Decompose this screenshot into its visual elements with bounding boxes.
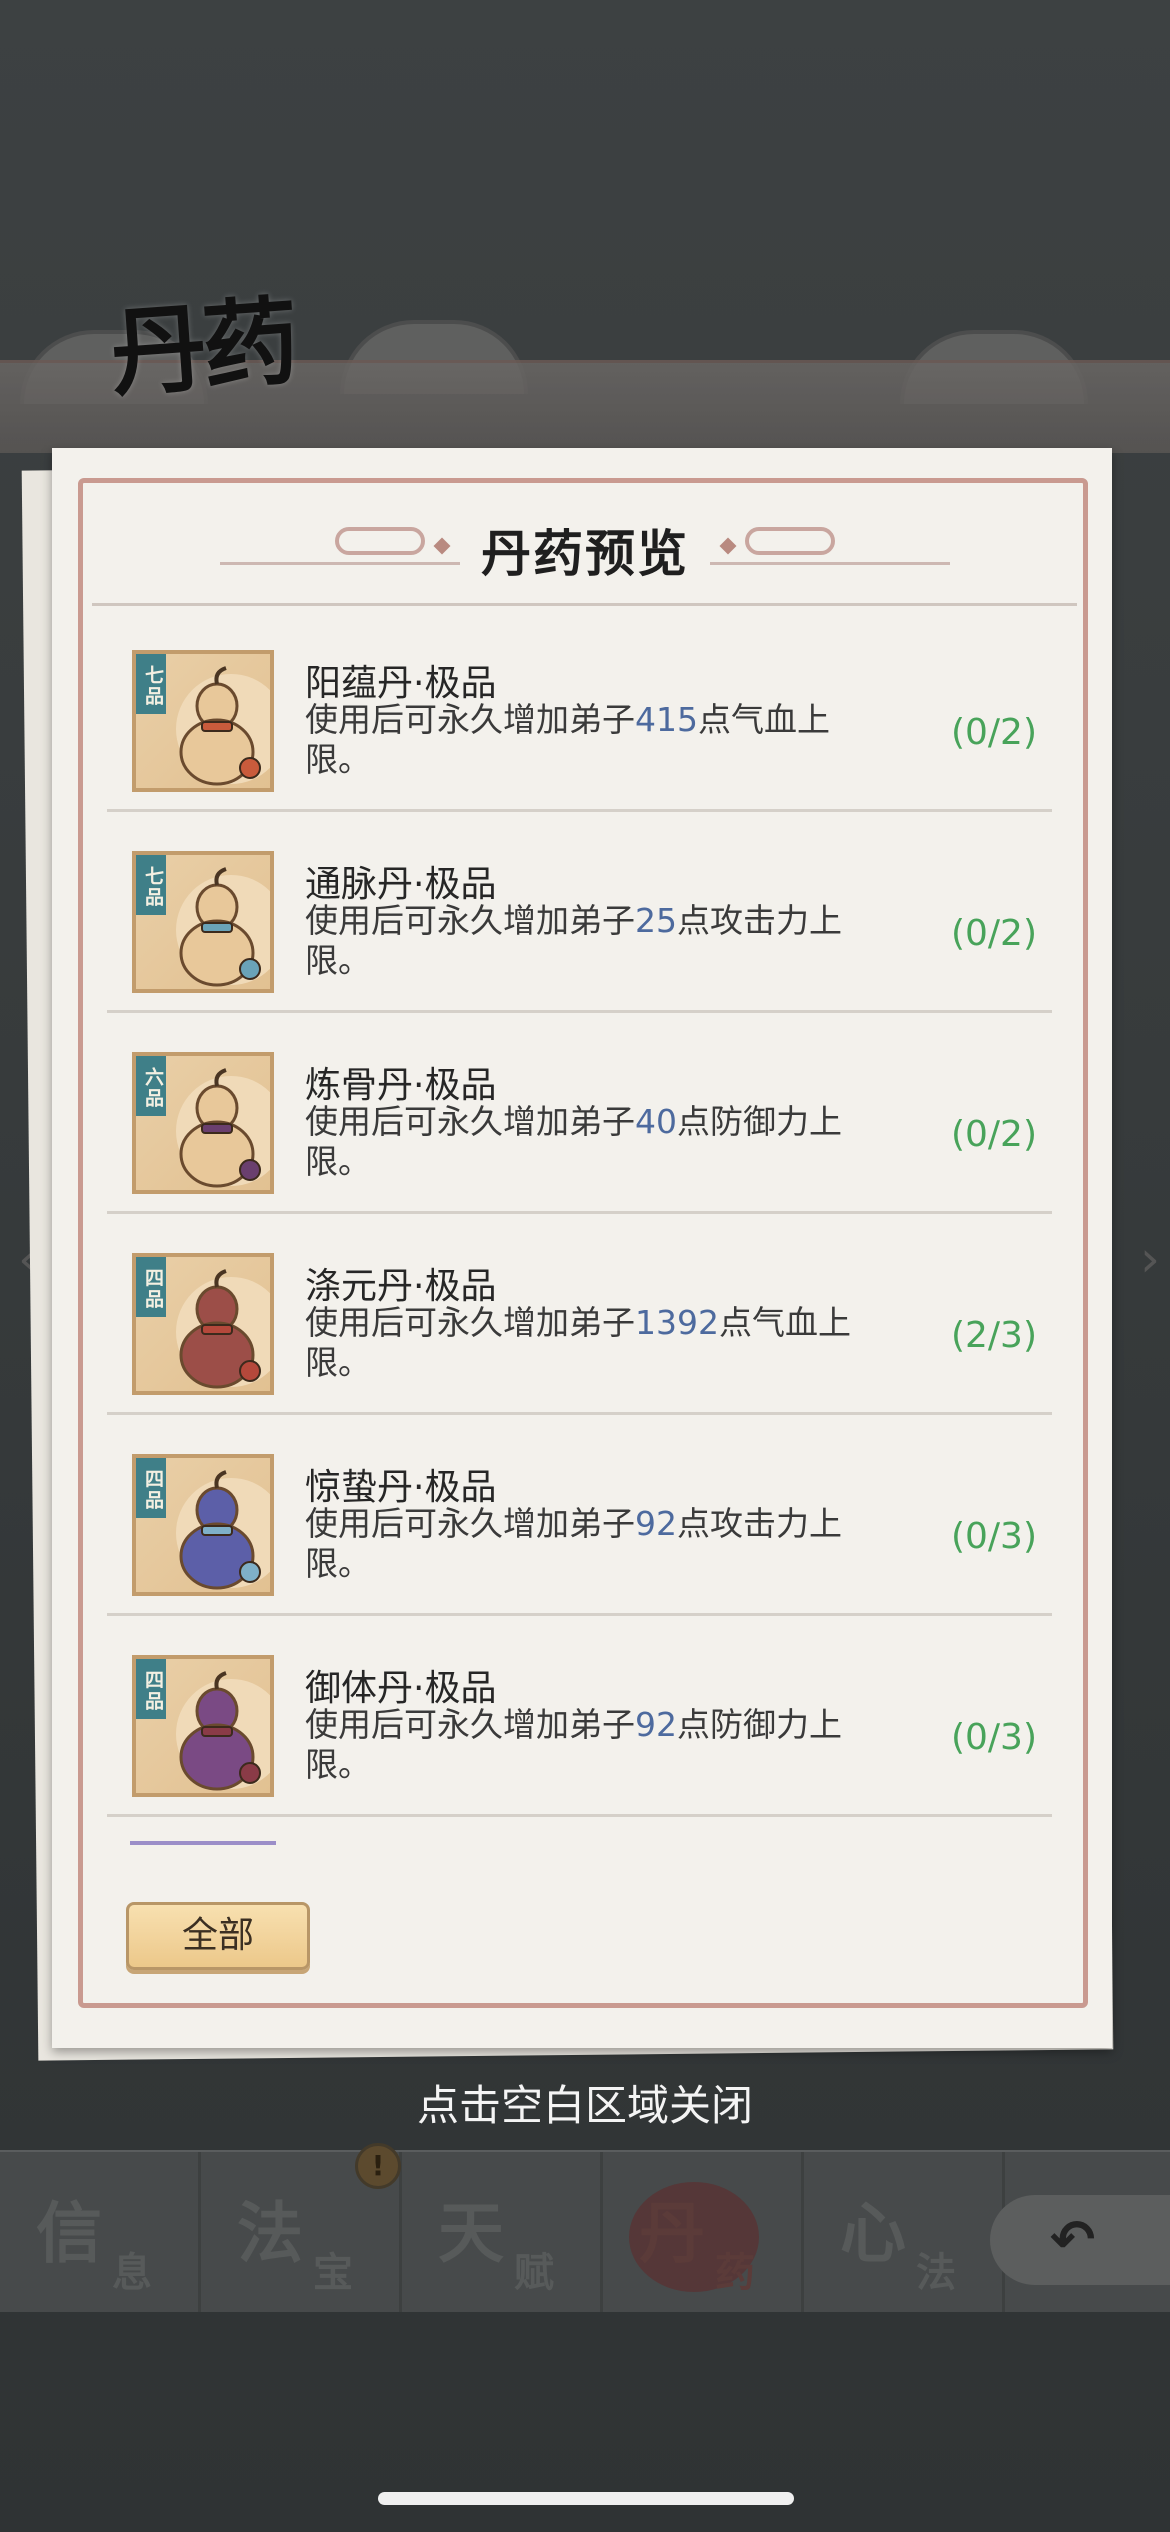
tab-label-sub: 法 — [916, 2249, 956, 2296]
home-indicator[interactable] — [378, 2492, 794, 2505]
tab-label: 心 — [840, 2194, 906, 2272]
elixir-icon-card[interactable]: 四品 — [132, 1655, 274, 1797]
elixir-name: 涤元丹·极品 — [305, 1266, 497, 1307]
gourd-icon — [179, 1269, 261, 1389]
tab-label: 法 — [237, 2194, 303, 2272]
filter-all-button[interactable]: 全部 — [126, 1902, 310, 1970]
elixir-icon-card[interactable]: 四品 — [132, 1253, 274, 1395]
elixir-usage-count: (0/2) — [950, 913, 1037, 954]
tab-label-sub: 赋 — [514, 2249, 554, 2296]
grade-badge: 七品 — [136, 654, 166, 714]
bonus-value: 92 — [635, 1705, 677, 1744]
tab-label: 信 — [36, 2194, 102, 2272]
grade-badge: 六品 — [136, 1056, 166, 1116]
elixir-description: 使用后可永久增加弟子92点攻击力上限。 — [305, 1504, 895, 1584]
elixir-list-item[interactable]: 七品 阳蕴丹·极品 使用后可永久增加弟子415点气血上限。 (0/2) — [92, 612, 1077, 812]
elixir-description: 使用后可永久增加弟子92点防御力上限。 — [305, 1705, 895, 1785]
grade-badge: 七品 — [136, 855, 166, 915]
tab-label: 丹 — [639, 2194, 705, 2272]
elixir-usage-count: (0/2) — [950, 1114, 1037, 1155]
title-divider — [92, 603, 1077, 606]
tab-label: 天 — [438, 2194, 504, 2272]
desc-prefix: 使用后可永久增加弟子 — [305, 1705, 635, 1744]
grade-badge: 四品 — [136, 1458, 166, 1518]
bonus-value: 40 — [635, 1102, 677, 1141]
elixir-name: 通脉丹·极品 — [305, 864, 497, 905]
gourd-icon — [179, 1671, 261, 1791]
elixir-description: 使用后可永久增加弟子25点攻击力上限。 — [305, 901, 895, 981]
tab-label-sub: 宝 — [313, 2249, 353, 2296]
chevron-right-icon[interactable]: › — [1140, 1230, 1160, 1288]
row-divider — [107, 809, 1052, 812]
list-scroll-indicator — [130, 1841, 276, 1845]
tab-technique[interactable]: 心 法 — [804, 2152, 1005, 2312]
background-page-title: 丹药 — [106, 284, 299, 411]
elixir-name: 御体丹·极品 — [305, 1668, 497, 1709]
elixir-icon-card[interactable]: 六品 — [132, 1052, 274, 1194]
elixir-icon-card[interactable]: 四品 — [132, 1454, 274, 1596]
desc-prefix: 使用后可永久增加弟子 — [305, 1504, 635, 1543]
gourd-icon — [179, 1068, 261, 1188]
dialog-title: 丹药预览 — [481, 525, 689, 583]
desc-prefix: 使用后可永久增加弟子 — [305, 700, 635, 739]
tab-talent[interactable]: 天 赋 — [402, 2152, 603, 2312]
elixir-list-item[interactable]: 七品 通脉丹·极品 使用后可永久增加弟子25点攻击力上限。 (0/2) — [92, 813, 1077, 1013]
tab-info[interactable]: 信 息 — [0, 2152, 201, 2312]
bonus-value: 1392 — [635, 1303, 719, 1342]
gourd-icon — [179, 666, 261, 786]
row-divider — [107, 1613, 1052, 1616]
desc-prefix: 使用后可永久增加弟子 — [305, 1102, 635, 1141]
row-divider — [107, 1010, 1052, 1013]
close-hint: 点击空白区域关闭 — [416, 2081, 753, 2130]
elixir-description: 使用后可永久增加弟子40点防御力上限。 — [305, 1102, 895, 1182]
elixir-list-item[interactable]: 六品 炼骨丹·极品 使用后可永久增加弟子40点防御力上限。 (0/2) — [92, 1014, 1077, 1214]
elixir-description: 使用后可永久增加弟子415点气血上限。 — [305, 700, 895, 780]
elixir-usage-count: (2/3) — [950, 1315, 1037, 1356]
elixir-usage-count: (0/3) — [950, 1516, 1037, 1557]
elixir-list-item[interactable]: 四品 惊蛰丹·极品 使用后可永久增加弟子92点攻击力上限。 (0/3) — [92, 1416, 1077, 1616]
grade-badge: 四品 — [136, 1257, 166, 1317]
elixir-name: 阳蕴丹·极品 — [305, 663, 497, 704]
elixir-icon-card[interactable]: 七品 — [132, 851, 274, 993]
tab-label-sub: 息 — [112, 2249, 152, 2296]
bonus-value: 415 — [635, 700, 698, 739]
desc-prefix: 使用后可永久增加弟子 — [305, 901, 635, 940]
row-divider — [107, 1814, 1052, 1817]
grade-badge: 四品 — [136, 1659, 166, 1719]
alert-icon: ! — [355, 2143, 401, 2189]
bonus-value: 25 — [635, 901, 677, 940]
tab-label-sub: 药 — [715, 2249, 755, 2296]
tab-elixir[interactable]: 丹 药 — [603, 2152, 804, 2312]
elixir-list-item[interactable]: 四品 御体丹·极品 使用后可永久增加弟子92点防御力上限。 (0/3) — [92, 1617, 1077, 1817]
desc-prefix: 使用后可永久增加弟子 — [305, 1303, 635, 1342]
bonus-value: 92 — [635, 1504, 677, 1543]
elixir-description: 使用后可永久增加弟子1392点气血上限。 — [305, 1303, 895, 1383]
back-arrow-icon[interactable]: ↶ — [990, 2195, 1170, 2285]
row-divider — [107, 1211, 1052, 1214]
elixir-list-item[interactable]: 四品 涤元丹·极品 使用后可永久增加弟子1392点气血上限。 (2/3) — [92, 1215, 1077, 1415]
elixir-name: 炼骨丹·极品 — [305, 1065, 497, 1106]
elixir-icon-card[interactable]: 七品 — [132, 650, 274, 792]
elixir-usage-count: (0/3) — [950, 1717, 1037, 1758]
elixir-name: 惊蛰丹·极品 — [305, 1467, 497, 1508]
elixir-usage-count: (0/2) — [950, 712, 1037, 753]
gourd-icon — [179, 1470, 261, 1590]
gourd-icon — [179, 867, 261, 987]
row-divider — [107, 1412, 1052, 1415]
